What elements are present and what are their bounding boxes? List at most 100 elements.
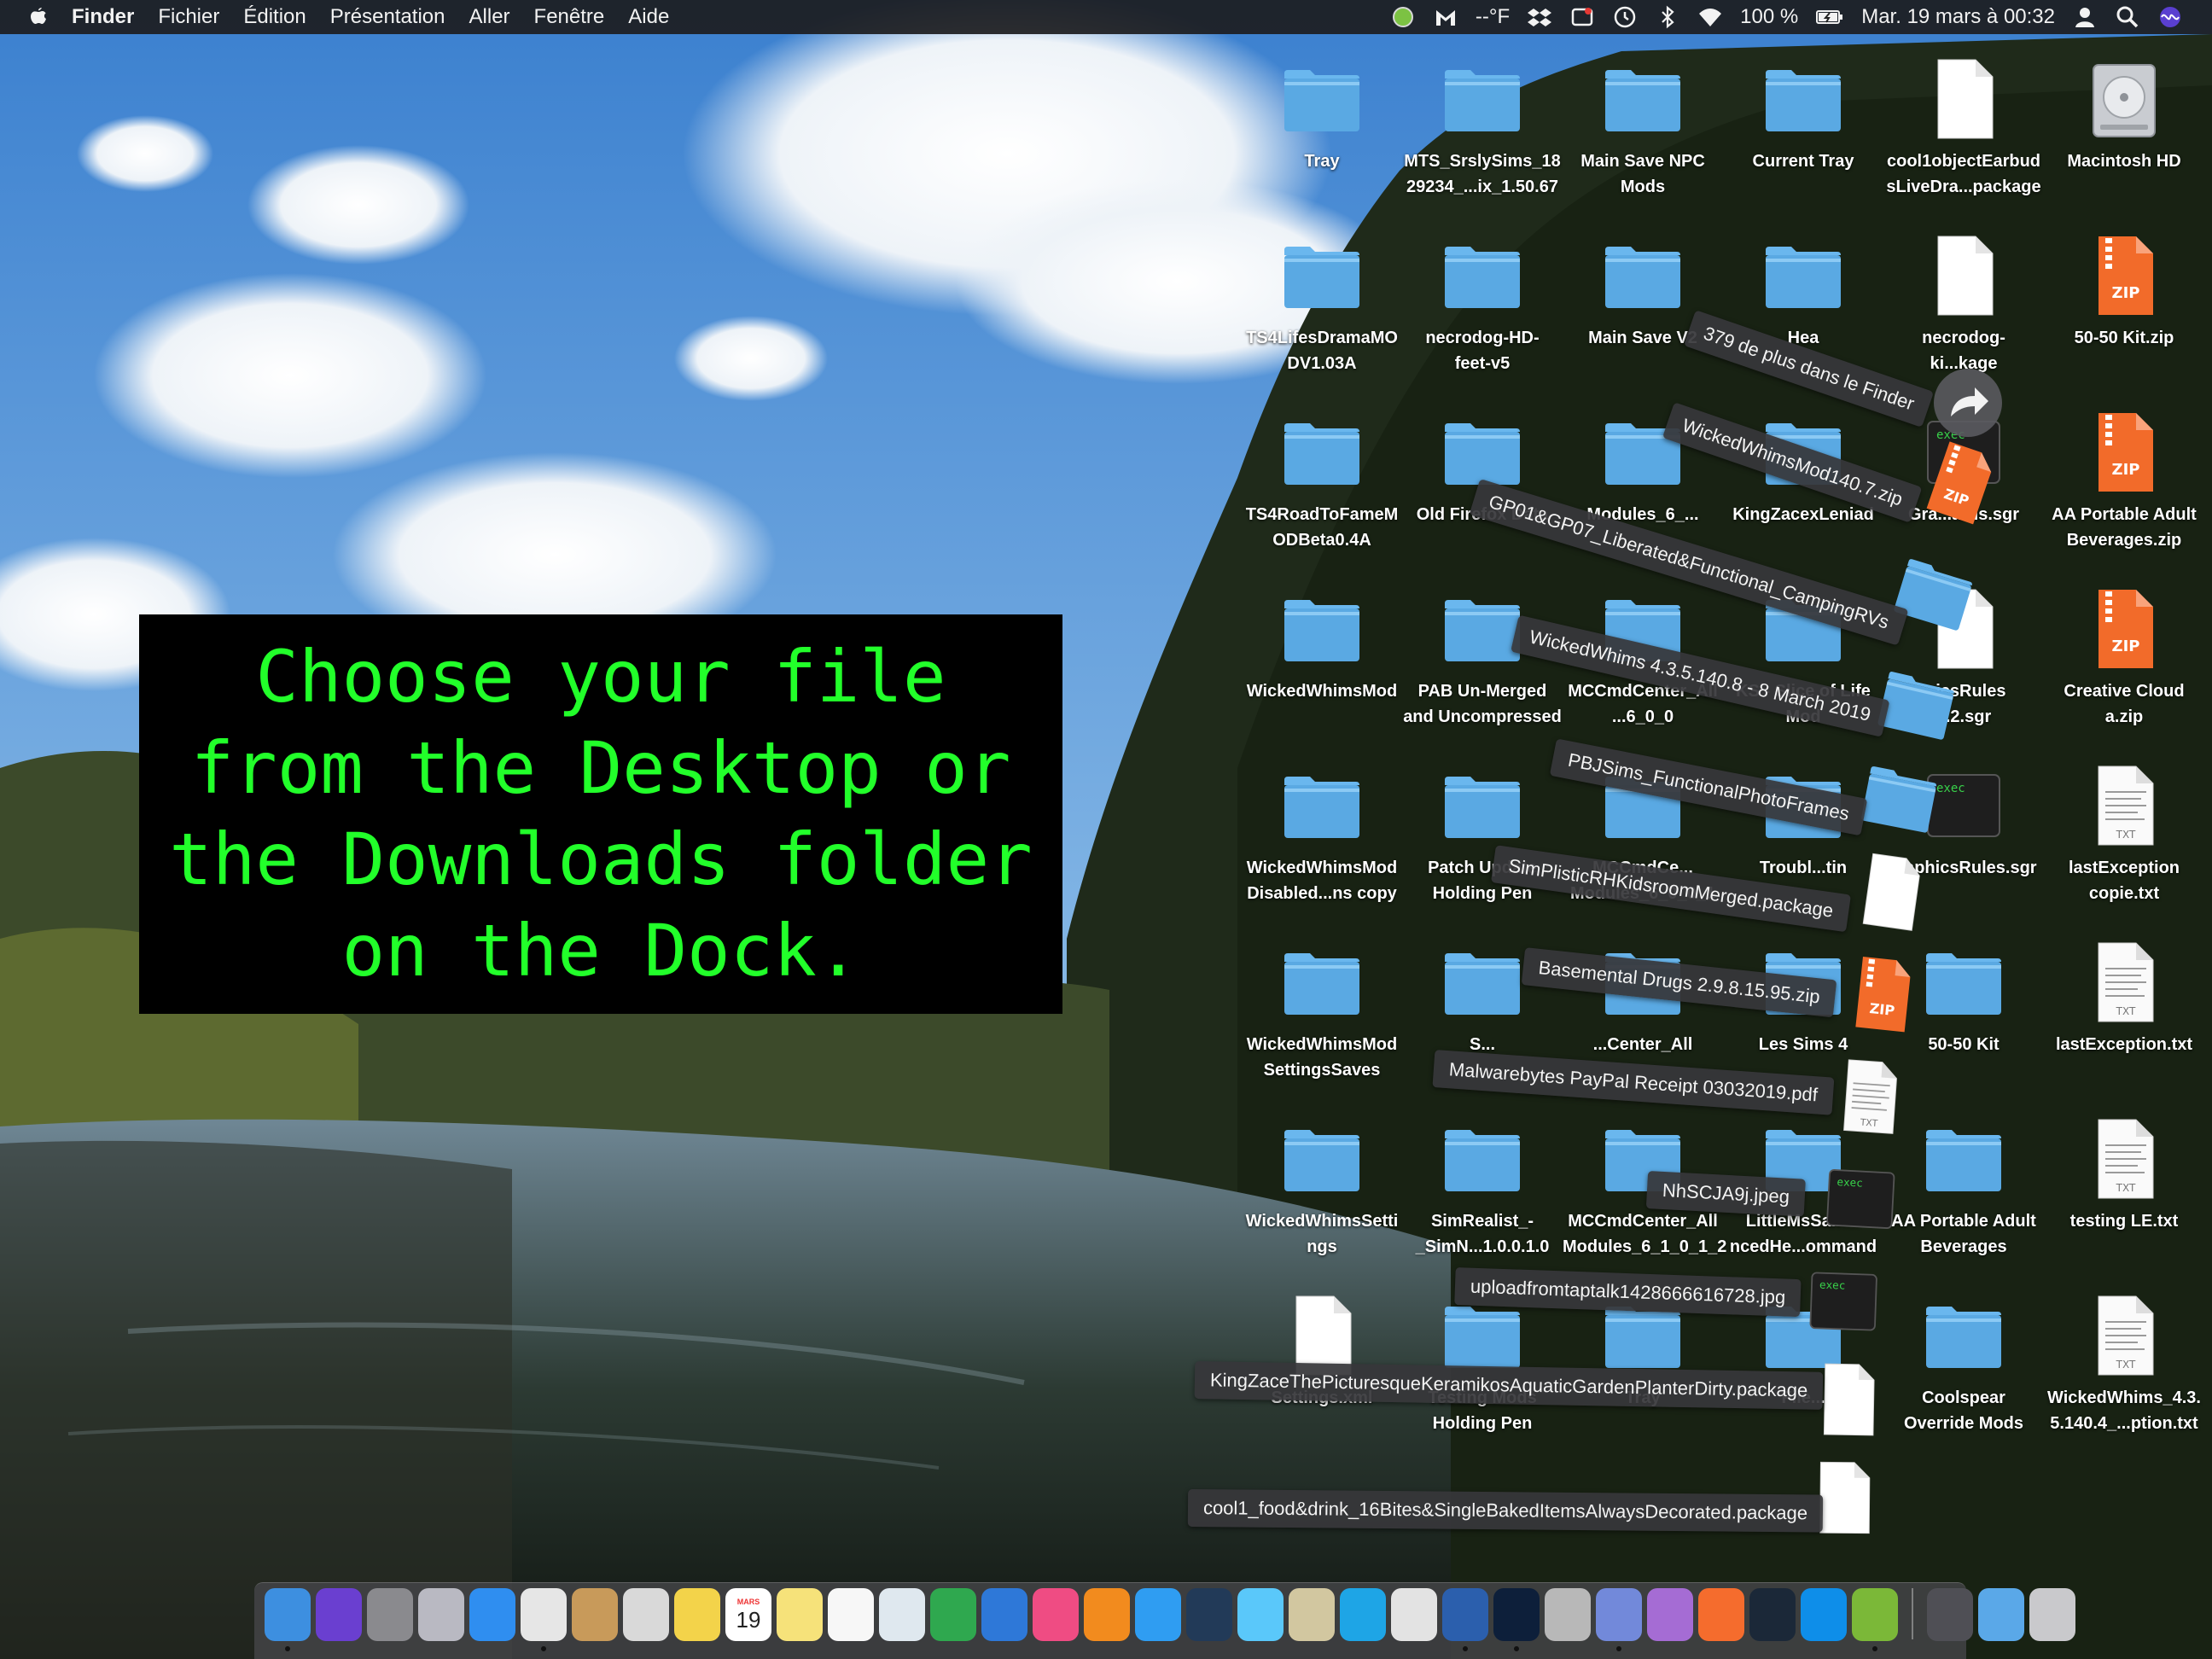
menu-app-name[interactable]: Finder bbox=[72, 0, 134, 34]
acrobat-dock-icon[interactable] bbox=[1391, 1588, 1437, 1641]
menu-aller[interactable]: Aller bbox=[469, 0, 510, 34]
photoshop-dock-icon[interactable] bbox=[1493, 1588, 1540, 1651]
chrome-dock-icon[interactable] bbox=[521, 1588, 567, 1651]
user-account-icon[interactable] bbox=[2072, 4, 2098, 30]
desktop-item-label: Main Save NPC Mods bbox=[1580, 152, 1705, 196]
preview-dock-icon[interactable] bbox=[879, 1588, 925, 1641]
battery-percentage[interactable]: 100 % bbox=[1740, 0, 1798, 34]
folder-icon bbox=[1921, 1116, 2006, 1202]
app-store-dock-icon[interactable] bbox=[1135, 1588, 1181, 1641]
instruction-text: Choose your file from the Desktop or the… bbox=[169, 635, 1033, 992]
share-arrow-icon bbox=[1934, 369, 2002, 437]
folder-icon bbox=[1440, 233, 1525, 318]
folder-icon bbox=[1279, 233, 1365, 318]
instruction-box: Choose your file from the Desktop or the… bbox=[139, 614, 1062, 1014]
zip-icon: ZIP bbox=[2081, 410, 2167, 495]
bluetooth-icon[interactable] bbox=[1655, 4, 1680, 30]
folder-icon bbox=[1761, 233, 1846, 318]
numbers-dock-icon[interactable] bbox=[930, 1588, 976, 1641]
word-dock-icon[interactable] bbox=[1442, 1588, 1488, 1651]
svg-text:ZIP: ZIP bbox=[2112, 284, 2140, 302]
desktop-item-label: Coolspear Override Mods bbox=[1903, 1388, 2024, 1433]
automator-dock-icon[interactable] bbox=[1545, 1588, 1591, 1641]
mail-stamp-dock-icon[interactable] bbox=[1289, 1588, 1335, 1641]
kindle-dock-icon[interactable] bbox=[1186, 1588, 1232, 1641]
svg-text:exec: exec bbox=[1819, 1278, 1846, 1292]
keynote-dock-icon[interactable] bbox=[981, 1588, 1027, 1641]
text-icon: TXT bbox=[2081, 763, 2167, 848]
svg-text:ZIP: ZIP bbox=[2112, 637, 2140, 655]
folder-icon bbox=[1279, 56, 1365, 142]
documents-folder-dock-icon[interactable] bbox=[1978, 1588, 2024, 1641]
time-machine-icon[interactable] bbox=[1612, 4, 1638, 30]
skype-dock-icon[interactable] bbox=[1340, 1588, 1386, 1641]
adobe-creative-cloud-icon[interactable] bbox=[1569, 4, 1595, 30]
desktop-item-label: AA Portable Adult Beverages.zip bbox=[2052, 505, 2197, 550]
menu-presentation[interactable]: Présentation bbox=[330, 0, 445, 34]
notes-dock-icon[interactable] bbox=[777, 1588, 823, 1641]
sims4-dock-icon[interactable] bbox=[1852, 1588, 1898, 1651]
folder-icon bbox=[1921, 1293, 2006, 1378]
siri-dock-icon[interactable] bbox=[316, 1588, 362, 1641]
menu-aide[interactable]: Aide bbox=[628, 0, 669, 34]
finder-dock-icon[interactable] bbox=[265, 1588, 311, 1651]
text-icon: TXT bbox=[2081, 1293, 2167, 1378]
running-indicator bbox=[1616, 1646, 1621, 1651]
system-preferences-dock-icon[interactable] bbox=[367, 1588, 413, 1641]
menu-fenetre[interactable]: Fenêtre bbox=[534, 0, 605, 34]
desktop-item-label: AA Portable Adult Beverages bbox=[1891, 1212, 2036, 1256]
stickies-dock-icon[interactable] bbox=[674, 1588, 720, 1641]
apple-menu-icon[interactable] bbox=[29, 6, 48, 28]
svg-text:TXT: TXT bbox=[2116, 1182, 2136, 1194]
contacts-dock-icon[interactable] bbox=[572, 1588, 618, 1641]
folder-icon bbox=[1279, 763, 1365, 848]
wifi-icon[interactable] bbox=[1697, 4, 1723, 30]
zip-icon: ZIP bbox=[2081, 233, 2167, 318]
desktop-item-label: necrodog-HD- feet-v5 bbox=[1425, 329, 1540, 373]
discord-dock-icon[interactable] bbox=[1596, 1588, 1642, 1651]
running-indicator bbox=[541, 1646, 546, 1651]
messages-dock-icon[interactable] bbox=[1237, 1588, 1284, 1641]
svg-text:ZIP: ZIP bbox=[2112, 461, 2140, 479]
folder-icon bbox=[1440, 763, 1525, 848]
desktop-item-label: Macintosh HD bbox=[2067, 152, 2181, 171]
menu-clock[interactable]: Mar. 19 mars à 00:32 bbox=[1861, 0, 2055, 34]
pwd-dock-icon[interactable] bbox=[1647, 1588, 1693, 1641]
dock: MARS 19 bbox=[254, 1582, 2075, 1659]
siri-icon[interactable] bbox=[2157, 4, 2183, 30]
ibooks-dock-icon[interactable] bbox=[1084, 1588, 1130, 1641]
status-green-dot-icon[interactable] bbox=[1390, 4, 1416, 30]
calendar-dock-icon[interactable]: MARS 19 bbox=[725, 1588, 771, 1641]
calendar-month: MARS bbox=[736, 1598, 760, 1606]
text-icon: TXT bbox=[1828, 1056, 1911, 1146]
menu-bar: Finder Fichier Édition Présentation Alle… bbox=[0, 0, 2212, 34]
battery-charging-icon[interactable] bbox=[1815, 4, 1844, 30]
origin-dock-icon[interactable] bbox=[1698, 1588, 1744, 1641]
photos-dock-icon[interactable] bbox=[828, 1588, 874, 1641]
spotlight-search-icon[interactable] bbox=[2115, 4, 2140, 30]
running-indicator bbox=[1514, 1646, 1519, 1651]
trash-dock-icon[interactable] bbox=[2029, 1588, 2075, 1641]
folder-icon bbox=[1440, 586, 1525, 672]
launchpad-dock-icon[interactable] bbox=[418, 1588, 464, 1641]
document-icon bbox=[1921, 233, 2006, 318]
dropbox-icon[interactable] bbox=[1527, 4, 1552, 30]
desktop-item-label: WickedWhimsMod SettingsSaves bbox=[1246, 1035, 1398, 1080]
folder-icon bbox=[1600, 233, 1685, 318]
weather-readout[interactable]: --°F bbox=[1476, 0, 1510, 34]
desktop-item-label: TS4LifesDramaMO DV1.03A bbox=[1246, 329, 1398, 373]
menu-edition[interactable]: Édition bbox=[243, 0, 306, 34]
safari-dock-icon[interactable] bbox=[469, 1588, 515, 1641]
folder-icon bbox=[1440, 1116, 1525, 1202]
running-indicator bbox=[285, 1646, 290, 1651]
malwarebytes-icon[interactable] bbox=[1433, 4, 1458, 30]
zip-icon: ZIP bbox=[1839, 952, 1924, 1045]
calculator-dock-icon[interactable] bbox=[623, 1588, 669, 1641]
steam-dock-icon[interactable] bbox=[1749, 1588, 1796, 1641]
downloads-dock-icon[interactable] bbox=[1927, 1588, 1973, 1641]
teamviewer-dock-icon[interactable] bbox=[1801, 1588, 1847, 1641]
desktop-item-label: WickedWhimsMod Disabled...ns copy bbox=[1246, 859, 1398, 903]
desktop-item-label: Tray bbox=[1304, 152, 1340, 171]
menu-fichier[interactable]: Fichier bbox=[158, 0, 219, 34]
itunes-dock-icon[interactable] bbox=[1033, 1588, 1079, 1641]
